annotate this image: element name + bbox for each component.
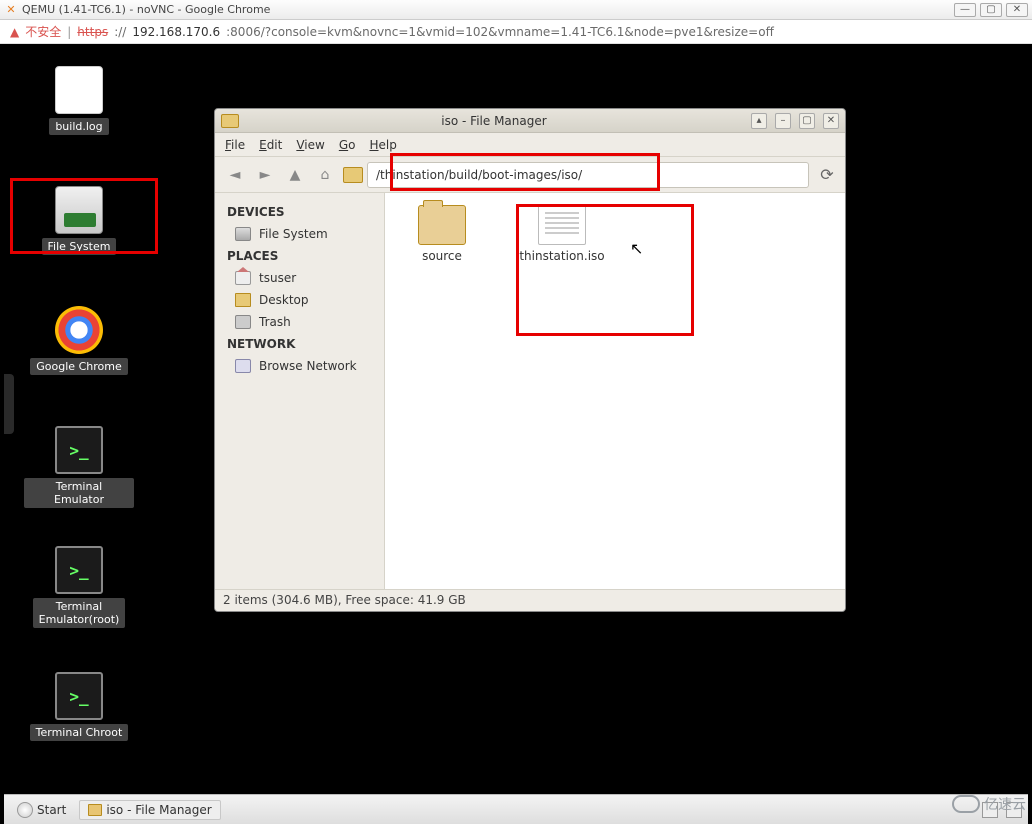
decorative-bar [339, 614, 699, 624]
drive-icon [55, 186, 103, 234]
sidebar-header-places: PLACES [219, 245, 380, 267]
start-button[interactable]: Start [10, 799, 73, 821]
sidebar-item-desktop[interactable]: Desktop [219, 289, 380, 311]
chrome-minimize-button[interactable]: — [954, 3, 976, 17]
menu-go[interactable]: Go [339, 138, 356, 152]
sidebar-item-trash[interactable]: Trash [219, 311, 380, 333]
chrome-maximize-button[interactable]: ▢ [980, 3, 1002, 17]
fm-close-button[interactable]: ✕ [823, 113, 839, 129]
file-item-thinstation-iso[interactable]: thinstation.iso [517, 205, 607, 263]
chrome-close-button[interactable]: ✕ [1006, 3, 1028, 17]
menu-help[interactable]: Help [369, 138, 396, 152]
side-handle[interactable] [4, 374, 14, 434]
folder-icon [343, 167, 363, 183]
nav-home-button[interactable]: ⌂ [313, 163, 337, 187]
fm-maximize-button[interactable]: ▢ [799, 113, 815, 129]
path-input[interactable] [367, 162, 809, 188]
folder-icon [88, 804, 102, 816]
fm-sidebar: DEVICES File System PLACES tsuser Deskto… [215, 193, 385, 589]
desktop-icon-chrome[interactable]: Google Chrome [24, 306, 134, 375]
chrome-icon [55, 306, 103, 354]
nav-forward-button[interactable]: ► [253, 163, 277, 187]
fm-statusbar: 2 items (304.6 MB), Free space: 41.9 GB [215, 589, 845, 611]
watermark: 亿速云 [952, 794, 1026, 814]
network-icon [235, 359, 251, 373]
folder-icon [235, 293, 251, 307]
desktop-icon-terminal-chroot[interactable]: Terminal Chroot [24, 672, 134, 741]
cloud-icon [952, 795, 980, 813]
menu-view[interactable]: View [296, 138, 324, 152]
drive-icon [235, 227, 251, 241]
chrome-window-title: QEMU (1.41-TC6.1) - noVNC - Google Chrom… [22, 3, 954, 16]
fm-menubar: File Edit View Go Help [215, 133, 845, 157]
url-host: 192.168.170.6 [132, 25, 220, 39]
vnc-desktop: build.log File System Google Chrome Term… [0, 44, 1032, 824]
url-protocol: https [77, 25, 108, 39]
desktop-icon-terminal-root[interactable]: Terminal Emulator(root) [24, 546, 134, 628]
nav-up-button[interactable]: ▲ [283, 163, 307, 187]
fm-minimize-button[interactable]: – [775, 113, 791, 129]
trash-icon [235, 315, 251, 329]
home-icon [235, 271, 251, 285]
sidebar-item-tsuser[interactable]: tsuser [219, 267, 380, 289]
terminal-icon [55, 672, 103, 720]
fm-titlebar[interactable]: iso - File Manager ▴ – ▢ ✕ [215, 109, 845, 133]
nav-back-button[interactable]: ◄ [223, 163, 247, 187]
folder-icon [418, 205, 466, 245]
sidebar-header-network: NETWORK [219, 333, 380, 355]
folder-icon [221, 114, 239, 128]
sidebar-item-file-system[interactable]: File System [219, 223, 380, 245]
document-icon [55, 66, 103, 114]
fm-toolbar: ◄ ► ▲ ⌂ ⟳ [215, 157, 845, 193]
sidebar-header-devices: DEVICES [219, 201, 380, 223]
sidebar-item-browse-network[interactable]: Browse Network [219, 355, 380, 377]
reload-icon[interactable]: ⟳ [817, 165, 837, 185]
document-icon [538, 205, 586, 245]
menu-file[interactable]: File [225, 138, 245, 152]
fm-content-area[interactable]: source thinstation.iso ↖ [385, 193, 845, 589]
start-orb-icon [17, 802, 33, 818]
unsafe-label: 不安全 [25, 23, 61, 40]
fm-stick-button[interactable]: ▴ [751, 113, 767, 129]
chrome-titlebar: ✕ QEMU (1.41-TC6.1) - noVNC - Google Chr… [0, 0, 1032, 20]
linux-taskbar: Start iso - File Manager [4, 794, 1028, 824]
desktop-icon-terminal[interactable]: Terminal Emulator [24, 426, 134, 508]
chrome-app-icon: ✕ [4, 3, 18, 17]
desktop-icon-file-system[interactable]: File System [24, 186, 134, 255]
desktop-icon-build-log[interactable]: build.log [24, 66, 134, 135]
url-path: :8006/?console=kvm&novnc=1&vmid=102&vmna… [226, 25, 774, 39]
warning-icon: ▲ [10, 25, 19, 39]
chrome-address-bar[interactable]: ▲ 不安全 | https://192.168.170.6:8006/?cons… [0, 20, 1032, 44]
file-manager-window: iso - File Manager ▴ – ▢ ✕ File Edit Vie… [214, 108, 846, 612]
cursor-icon: ↖ [630, 239, 643, 258]
terminal-icon [55, 426, 103, 474]
taskbar-item-file-manager[interactable]: iso - File Manager [79, 800, 220, 820]
fm-title: iso - File Manager [245, 114, 743, 128]
menu-edit[interactable]: Edit [259, 138, 282, 152]
file-item-source[interactable]: source [397, 205, 487, 263]
terminal-icon [55, 546, 103, 594]
